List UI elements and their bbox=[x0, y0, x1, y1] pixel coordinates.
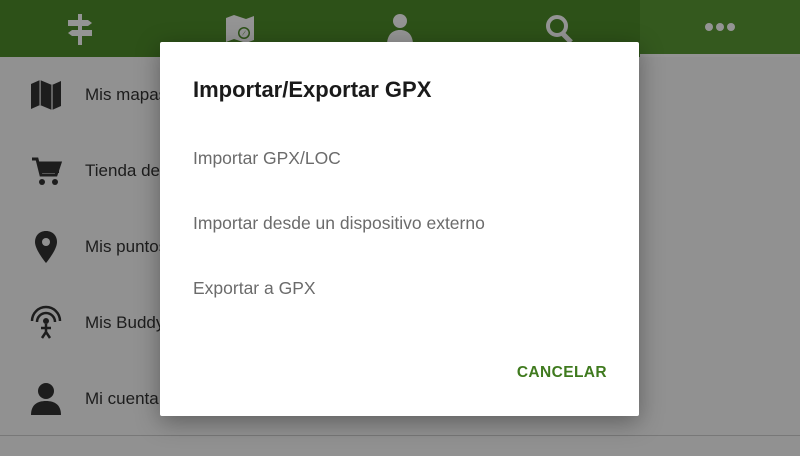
import-export-gpx-dialog: Importar/Exportar GPX Importar GPX/LOC I… bbox=[160, 42, 639, 416]
cancel-button[interactable]: CANCELAR bbox=[517, 364, 607, 382]
option-import-external-device[interactable]: Importar desde un dispositivo externo bbox=[193, 211, 613, 235]
option-import-gpx-loc[interactable]: Importar GPX/LOC bbox=[193, 146, 613, 170]
screen: Mis mapas Tienda de mapas Mis puntos Mis… bbox=[0, 0, 800, 456]
dialog-title: Importar/Exportar GPX bbox=[193, 77, 432, 102]
option-export-gpx[interactable]: Exportar a GPX bbox=[193, 276, 613, 300]
